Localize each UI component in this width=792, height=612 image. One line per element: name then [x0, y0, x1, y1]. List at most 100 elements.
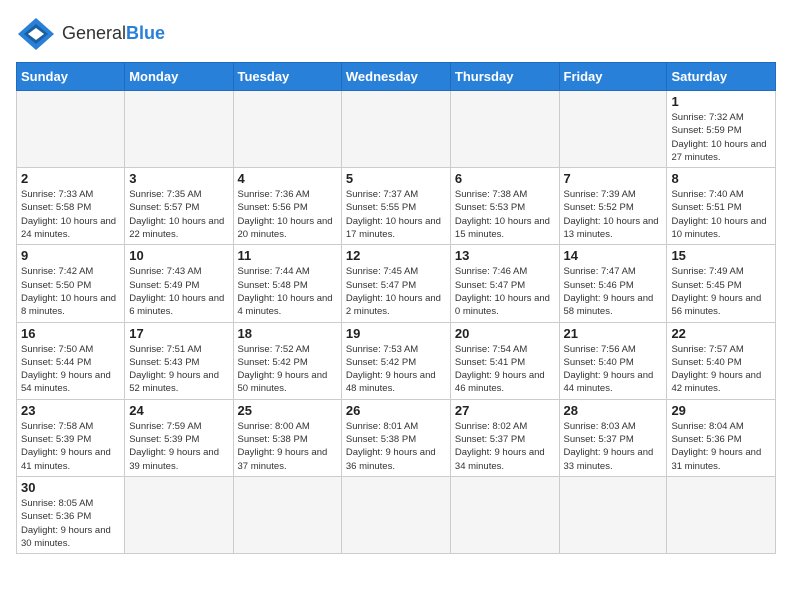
calendar-cell: 22 Sunrise: 7:57 AM Sunset: 5:40 PM Dayli… [667, 322, 776, 399]
day-info: Sunrise: 7:57 AM Sunset: 5:40 PM Dayligh… [671, 343, 771, 396]
day-info: Sunrise: 7:59 AM Sunset: 5:39 PM Dayligh… [129, 420, 228, 473]
week-row-1: 1Sunrise: 7:32 AM Sunset: 5:59 PM Daylig… [17, 91, 776, 168]
calendar-cell: 4 Sunrise: 7:36 AM Sunset: 5:56 PM Daylig… [233, 168, 341, 245]
day-info: Sunrise: 7:58 AM Sunset: 5:39 PM Dayligh… [21, 420, 120, 473]
day-info: Sunrise: 8:03 AM Sunset: 5:37 PM Dayligh… [564, 420, 663, 473]
calendar-cell: 2Sunrise: 7:33 AM Sunset: 5:58 PM Daylig… [17, 168, 125, 245]
day-number: 1 [671, 94, 771, 109]
day-number: 29 [671, 403, 771, 418]
calendar-cell: 9 Sunrise: 7:42 AM Sunset: 5:50 PM Daylig… [17, 245, 125, 322]
calendar-cell [667, 476, 776, 553]
week-row-4: 16Sunrise: 7:50 AM Sunset: 5:44 PM Dayli… [17, 322, 776, 399]
calendar-cell: 23Sunrise: 7:58 AM Sunset: 5:39 PM Dayli… [17, 399, 125, 476]
day-info: Sunrise: 8:02 AM Sunset: 5:37 PM Dayligh… [455, 420, 555, 473]
day-number: 22 [671, 326, 771, 341]
logo-icon [16, 16, 56, 52]
header-thursday: Thursday [450, 63, 559, 91]
calendar-cell: 16Sunrise: 7:50 AM Sunset: 5:44 PM Dayli… [17, 322, 125, 399]
logo-blue-text: Blue [126, 23, 165, 43]
day-info: Sunrise: 7:36 AM Sunset: 5:56 PM Dayligh… [238, 188, 337, 241]
calendar-cell: 11Sunrise: 7:44 AM Sunset: 5:48 PM Dayli… [233, 245, 341, 322]
day-number: 21 [564, 326, 663, 341]
calendar-cell: 1Sunrise: 7:32 AM Sunset: 5:59 PM Daylig… [667, 91, 776, 168]
calendar-cell: 14 Sunrise: 7:47 AM Sunset: 5:46 PM Dayli… [559, 245, 667, 322]
day-info: Sunrise: 7:50 AM Sunset: 5:44 PM Dayligh… [21, 343, 120, 396]
day-info: Sunrise: 7:52 AM Sunset: 5:42 PM Dayligh… [238, 343, 337, 396]
calendar-cell: 21 Sunrise: 7:56 AM Sunset: 5:40 PM Dayli… [559, 322, 667, 399]
calendar-cell [450, 91, 559, 168]
header-monday: Monday [125, 63, 233, 91]
header-saturday: Saturday [667, 63, 776, 91]
calendar-cell [233, 91, 341, 168]
week-row-3: 9 Sunrise: 7:42 AM Sunset: 5:50 PM Daylig… [17, 245, 776, 322]
day-info: Sunrise: 7:54 AM Sunset: 5:41 PM Dayligh… [455, 343, 555, 396]
header-tuesday: Tuesday [233, 63, 341, 91]
header-sunday: Sunday [17, 63, 125, 91]
day-info: Sunrise: 7:46 AM Sunset: 5:47 PM Dayligh… [455, 265, 555, 318]
day-number: 5 [346, 171, 446, 186]
day-info: Sunrise: 7:47 AM Sunset: 5:46 PM Dayligh… [564, 265, 663, 318]
day-number: 15 [671, 248, 771, 263]
week-row-6: 30Sunrise: 8:05 AM Sunset: 5:36 PM Dayli… [17, 476, 776, 553]
calendar-cell: 7Sunrise: 7:39 AM Sunset: 5:52 PM Daylig… [559, 168, 667, 245]
day-info: Sunrise: 7:42 AM Sunset: 5:50 PM Dayligh… [21, 265, 120, 318]
day-info: Sunrise: 7:37 AM Sunset: 5:55 PM Dayligh… [346, 188, 446, 241]
day-number: 14 [564, 248, 663, 263]
day-number: 18 [238, 326, 337, 341]
calendar-cell: 15Sunrise: 7:49 AM Sunset: 5:45 PM Dayli… [667, 245, 776, 322]
calendar-cell: 28Sunrise: 8:03 AM Sunset: 5:37 PM Dayli… [559, 399, 667, 476]
day-info: Sunrise: 8:05 AM Sunset: 5:36 PM Dayligh… [21, 497, 120, 550]
calendar-cell [341, 91, 450, 168]
calendar-cell: 12Sunrise: 7:45 AM Sunset: 5:47 PM Dayli… [341, 245, 450, 322]
day-info: Sunrise: 8:01 AM Sunset: 5:38 PM Dayligh… [346, 420, 446, 473]
day-number: 6 [455, 171, 555, 186]
day-info: Sunrise: 7:39 AM Sunset: 5:52 PM Dayligh… [564, 188, 663, 241]
day-info: Sunrise: 7:51 AM Sunset: 5:43 PM Dayligh… [129, 343, 228, 396]
day-info: Sunrise: 8:04 AM Sunset: 5:36 PM Dayligh… [671, 420, 771, 473]
week-row-5: 23Sunrise: 7:58 AM Sunset: 5:39 PM Dayli… [17, 399, 776, 476]
calendar-cell [125, 476, 233, 553]
day-number: 13 [455, 248, 555, 263]
header-friday: Friday [559, 63, 667, 91]
day-number: 4 [238, 171, 337, 186]
day-number: 3 [129, 171, 228, 186]
calendar-cell [559, 91, 667, 168]
day-info: Sunrise: 7:40 AM Sunset: 5:51 PM Dayligh… [671, 188, 771, 241]
week-row-2: 2Sunrise: 7:33 AM Sunset: 5:58 PM Daylig… [17, 168, 776, 245]
calendar-cell [125, 91, 233, 168]
day-number: 8 [671, 171, 771, 186]
calendar-cell: 26 Sunrise: 8:01 AM Sunset: 5:38 PM Dayli… [341, 399, 450, 476]
calendar-cell: 25Sunrise: 8:00 AM Sunset: 5:38 PM Dayli… [233, 399, 341, 476]
calendar-cell: 17Sunrise: 7:51 AM Sunset: 5:43 PM Dayli… [125, 322, 233, 399]
logo-text: GeneralBlue [62, 23, 165, 45]
day-number: 9 [21, 248, 120, 263]
day-info: Sunrise: 7:53 AM Sunset: 5:42 PM Dayligh… [346, 343, 446, 396]
calendar-cell: 6 Sunrise: 7:38 AM Sunset: 5:53 PM Daylig… [450, 168, 559, 245]
day-info: Sunrise: 7:56 AM Sunset: 5:40 PM Dayligh… [564, 343, 663, 396]
calendar-cell: 10 Sunrise: 7:43 AM Sunset: 5:49 PM Dayli… [125, 245, 233, 322]
day-number: 20 [455, 326, 555, 341]
day-number: 26 [346, 403, 446, 418]
calendar-table: SundayMondayTuesdayWednesdayThursdayFrid… [16, 62, 776, 554]
day-number: 10 [129, 248, 228, 263]
day-info: Sunrise: 7:38 AM Sunset: 5:53 PM Dayligh… [455, 188, 555, 241]
calendar-cell [17, 91, 125, 168]
day-info: Sunrise: 7:33 AM Sunset: 5:58 PM Dayligh… [21, 188, 120, 241]
day-number: 19 [346, 326, 446, 341]
calendar-cell: 20 Sunrise: 7:54 AM Sunset: 5:41 PM Dayli… [450, 322, 559, 399]
calendar-cell [233, 476, 341, 553]
calendar-cell: 18 Sunrise: 7:52 AM Sunset: 5:42 PM Dayli… [233, 322, 341, 399]
calendar-cell: 24Sunrise: 7:59 AM Sunset: 5:39 PM Dayli… [125, 399, 233, 476]
day-info: Sunrise: 7:43 AM Sunset: 5:49 PM Dayligh… [129, 265, 228, 318]
calendar-cell: 29 Sunrise: 8:04 AM Sunset: 5:36 PM Dayli… [667, 399, 776, 476]
header-wednesday: Wednesday [341, 63, 450, 91]
day-number: 11 [238, 248, 337, 263]
calendar-cell: 30Sunrise: 8:05 AM Sunset: 5:36 PM Dayli… [17, 476, 125, 553]
calendar-cell: 19 Sunrise: 7:53 AM Sunset: 5:42 PM Dayli… [341, 322, 450, 399]
day-info: Sunrise: 7:45 AM Sunset: 5:47 PM Dayligh… [346, 265, 446, 318]
day-number: 25 [238, 403, 337, 418]
calendar-cell: 8 Sunrise: 7:40 AM Sunset: 5:51 PM Daylig… [667, 168, 776, 245]
logo: GeneralBlue [16, 16, 165, 52]
page-header: GeneralBlue [16, 16, 776, 52]
day-info: Sunrise: 7:35 AM Sunset: 5:57 PM Dayligh… [129, 188, 228, 241]
